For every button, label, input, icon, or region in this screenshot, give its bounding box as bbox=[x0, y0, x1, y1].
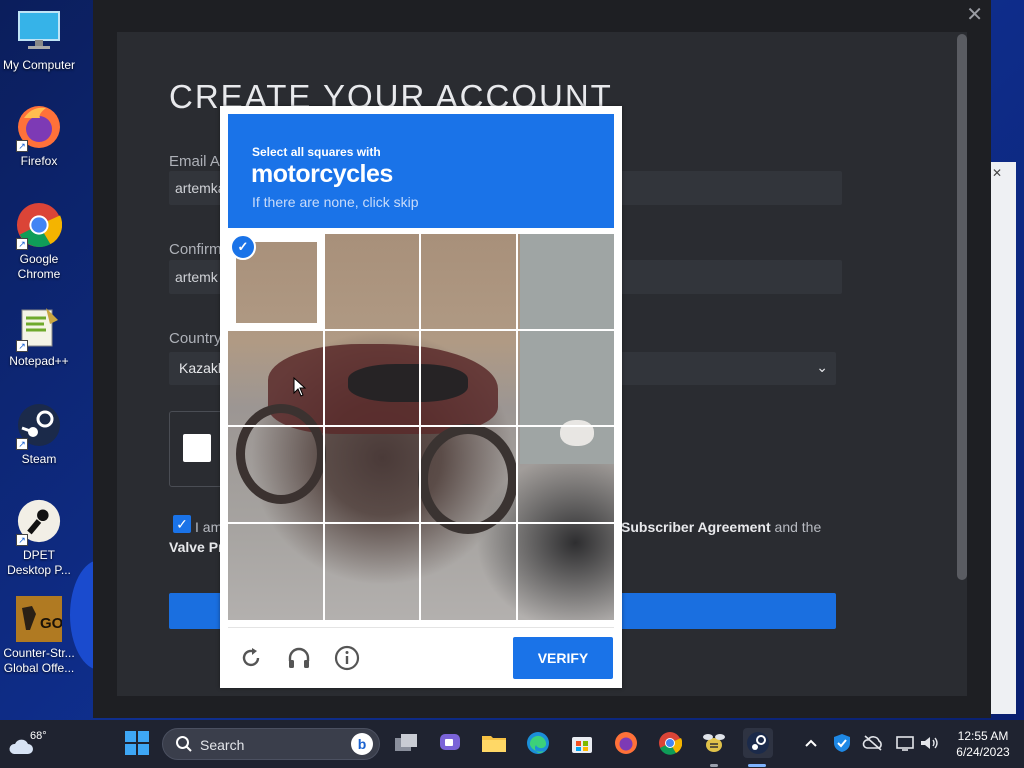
captcha-checkbox[interactable] bbox=[183, 434, 211, 462]
shortcut-arrow-icon: ↗ bbox=[16, 140, 28, 152]
steam-icon: ↗ bbox=[16, 402, 62, 450]
scrollbar[interactable] bbox=[957, 34, 967, 580]
desktop-icon-my-computer[interactable]: My Computer bbox=[0, 8, 78, 73]
store-icon[interactable] bbox=[567, 728, 597, 758]
info-icon[interactable] bbox=[333, 644, 361, 672]
clock-date: 6/24/2023 bbox=[956, 745, 1010, 759]
start-button[interactable] bbox=[122, 728, 152, 758]
firefox-taskbar-icon[interactable] bbox=[611, 728, 641, 758]
svg-text:GO: GO bbox=[40, 615, 62, 632]
system-clock[interactable]: 12:55 AM 6/24/2023 bbox=[944, 728, 1022, 760]
captcha-tile[interactable] bbox=[228, 427, 325, 524]
shortcut-arrow-icon: ↗ bbox=[16, 438, 28, 450]
background-window-edge: ✕ bbox=[991, 162, 1016, 714]
task-view-icon[interactable] bbox=[391, 728, 421, 758]
desktop-icon-notepadpp[interactable]: ↗ Notepad++ bbox=[0, 304, 78, 369]
windows-icon bbox=[125, 731, 149, 755]
desktop-icon-firefox[interactable]: ↗ Firefox bbox=[0, 104, 78, 169]
desktop-icon-label: Firefox bbox=[20, 154, 58, 168]
captcha-tile[interactable] bbox=[517, 331, 614, 427]
captcha-tile[interactable] bbox=[421, 427, 518, 524]
desktop-icon-dpet[interactable]: ↗ DPET Desktop P... bbox=[0, 498, 78, 578]
monitor-icon bbox=[16, 8, 62, 54]
desktop-icon-label: Notepad++ bbox=[9, 354, 69, 368]
captcha-tile[interactable] bbox=[421, 234, 518, 331]
captcha-tile[interactable] bbox=[228, 523, 325, 620]
agree-text-start: I am bbox=[195, 519, 223, 535]
desktop-icon-steam[interactable]: ↗ Steam bbox=[0, 402, 78, 467]
agree-checkbox[interactable]: ✓ bbox=[173, 515, 191, 533]
dpet-icon: ↗ bbox=[16, 498, 62, 546]
grid-cells bbox=[228, 234, 614, 620]
weather-widget[interactable]: 68° bbox=[8, 728, 48, 762]
email-label: Email Ac bbox=[169, 153, 228, 170]
chevron-up-icon[interactable] bbox=[796, 728, 826, 758]
captcha-tile[interactable] bbox=[517, 234, 614, 331]
refresh-icon[interactable] bbox=[237, 644, 265, 672]
subscriber-agreement-link[interactable]: Subscriber Agreement bbox=[621, 519, 771, 535]
country-value: Kazakh bbox=[179, 360, 226, 376]
country-label: Country bbox=[169, 330, 222, 347]
captcha-tile[interactable] bbox=[324, 234, 421, 331]
challenge-image-grid bbox=[228, 234, 614, 620]
chrome-taskbar-icon[interactable] bbox=[655, 728, 685, 758]
captcha-tile[interactable] bbox=[324, 330, 421, 427]
challenge-instruction: Select all squares with bbox=[252, 145, 381, 159]
shortcut-arrow-icon: ↗ bbox=[16, 534, 28, 546]
captcha-tile[interactable] bbox=[324, 427, 421, 524]
chrome-icon: ↗ bbox=[16, 202, 62, 250]
search-label: Search bbox=[200, 737, 245, 753]
steam-taskbar-icon[interactable] bbox=[743, 728, 773, 758]
agree-text-suffix: and the bbox=[770, 519, 822, 535]
dpet-taskbar-icon[interactable] bbox=[699, 728, 729, 758]
firefox-icon: ↗ bbox=[16, 104, 62, 152]
footer-divider bbox=[228, 627, 614, 628]
running-indicator bbox=[710, 764, 718, 767]
captcha-tile[interactable] bbox=[421, 330, 518, 427]
desktop-icon-label: DPET Desktop P... bbox=[7, 548, 71, 577]
selected-check-icon: ✓ bbox=[230, 234, 256, 260]
hcaptcha-challenge: Select all squares with motorcycles If t… bbox=[220, 106, 622, 688]
weather-temp: 68° bbox=[30, 730, 47, 742]
agree-text-end: Subscriber Agreement and the bbox=[621, 519, 821, 535]
bing-icon: b bbox=[351, 733, 373, 755]
volume-icon[interactable] bbox=[914, 728, 944, 758]
csgo-icon: GO bbox=[16, 596, 62, 642]
clock-time: 12:55 AM bbox=[957, 729, 1009, 743]
headphones-icon[interactable] bbox=[285, 644, 313, 672]
taskbar-search[interactable]: Search b bbox=[162, 728, 380, 760]
challenge-target: motorcycles bbox=[251, 160, 393, 188]
edge-icon[interactable] bbox=[523, 728, 553, 758]
confirm-email-label: Confirm bbox=[169, 241, 222, 258]
verify-button[interactable]: VERIFY bbox=[513, 637, 613, 679]
desktop-icon-chrome[interactable]: ↗ Google Chrome bbox=[0, 202, 78, 282]
desktop-icon-label: Steam bbox=[21, 452, 57, 466]
challenge-hint: If there are none, click skip bbox=[252, 194, 419, 210]
captcha-tile[interactable] bbox=[518, 524, 615, 621]
desktop-icon-label: My Computer bbox=[2, 58, 76, 72]
desktop-icon-label: Google Chrome bbox=[17, 252, 61, 281]
chevron-down-icon: ⌄ bbox=[816, 359, 828, 375]
defender-icon[interactable] bbox=[827, 728, 857, 758]
taskbar: 68° Search b 12:55 AM 6/24/2023 bbox=[0, 720, 1024, 768]
captcha-tile[interactable] bbox=[517, 427, 614, 524]
captcha-tile[interactable] bbox=[421, 523, 518, 620]
mouse-cursor-icon bbox=[293, 376, 307, 402]
close-icon[interactable]: ✕ bbox=[992, 166, 1002, 180]
shortcut-arrow-icon: ↗ bbox=[16, 340, 28, 352]
notepadpp-icon: ↗ bbox=[16, 304, 62, 352]
chat-icon[interactable] bbox=[435, 728, 465, 758]
desktop-icon-csgo[interactable]: GO Counter-Str... Global Offe... bbox=[0, 596, 78, 676]
file-explorer-icon[interactable] bbox=[479, 728, 509, 758]
captcha-tile[interactable] bbox=[228, 330, 325, 427]
search-icon bbox=[176, 736, 192, 752]
shortcut-arrow-icon: ↗ bbox=[16, 238, 28, 250]
challenge-header: Select all squares with motorcycles If t… bbox=[228, 114, 614, 228]
privacy-policy-link[interactable]: Valve Pr bbox=[169, 539, 224, 555]
onedrive-icon[interactable] bbox=[858, 728, 888, 758]
close-icon[interactable]: ✕ bbox=[966, 4, 983, 26]
captcha-tile[interactable] bbox=[325, 523, 421, 620]
active-indicator bbox=[748, 764, 766, 767]
desktop-icon-label: Counter-Str... Global Offe... bbox=[3, 646, 75, 675]
